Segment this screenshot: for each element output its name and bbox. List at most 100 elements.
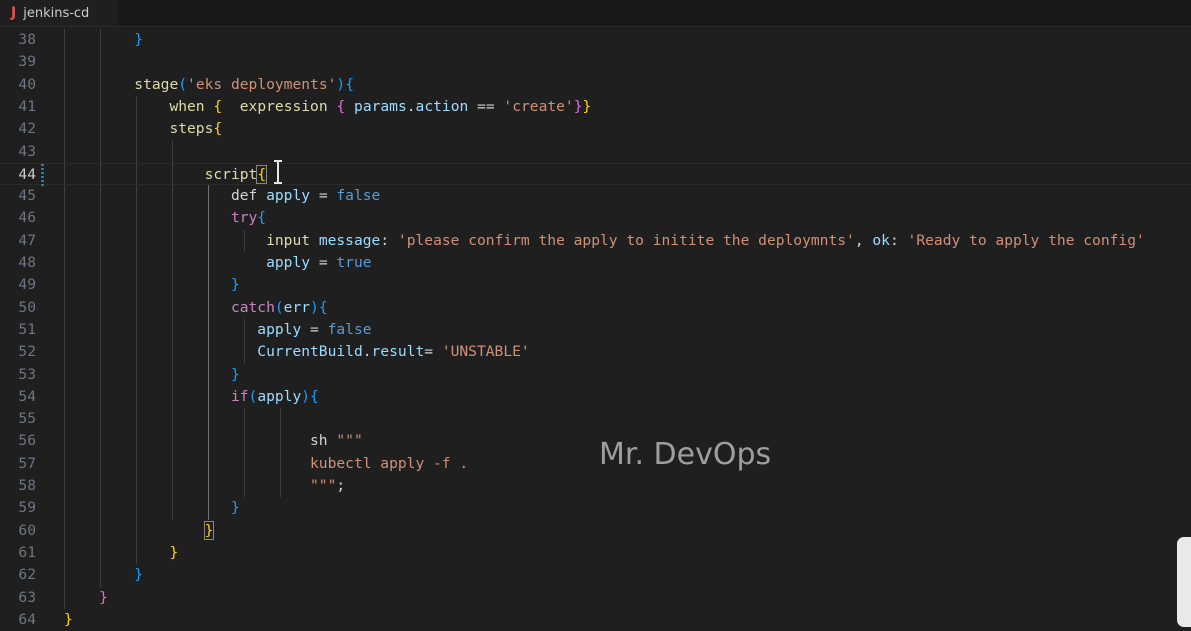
code-token: }: [169, 543, 179, 561]
code-line[interactable]: 42 steps{: [0, 118, 1191, 140]
code-token: (: [248, 387, 258, 405]
text-cursor-icon: [274, 160, 282, 184]
code-text: kubectl apply -f .: [64, 453, 468, 475]
code-text: }: [64, 274, 240, 296]
code-token: }: [582, 97, 592, 115]
code-token: {: [256, 164, 268, 184]
code-line[interactable]: 45 def apply = false: [0, 185, 1191, 207]
code-token: =: [310, 187, 337, 205]
code-token: {: [318, 298, 328, 316]
code-editor[interactable]: 38 } 39 40 stage('eks deployments'){41 whe…: [0, 27, 1191, 628]
code-text: }: [64, 609, 73, 631]
code-text: catch(err){: [64, 297, 328, 319]
code-line[interactable]: 53 }: [0, 364, 1191, 386]
code-token: ,: [854, 231, 873, 249]
code-token: expression: [239, 97, 328, 115]
line-number: 43: [18, 142, 36, 160]
code-token: input: [266, 231, 311, 249]
code-line[interactable]: 50 catch(err){: [0, 297, 1191, 319]
code-line[interactable]: 39: [0, 51, 1191, 73]
code-line[interactable]: 43: [0, 141, 1191, 163]
line-number: 47: [18, 231, 36, 249]
code-line[interactable]: 49 }: [0, 274, 1191, 296]
code-token: :: [889, 231, 908, 249]
code-line[interactable]: 55: [0, 408, 1191, 430]
code-token: {: [213, 120, 223, 138]
code-text: if(apply){: [64, 386, 319, 408]
code-token: }: [230, 365, 240, 383]
line-number: 49: [18, 276, 36, 294]
code-line[interactable]: 59 }: [0, 497, 1191, 519]
code-token: result: [371, 343, 425, 361]
code-text: }: [64, 520, 215, 542]
code-token: """: [336, 432, 363, 450]
code-token: (: [178, 75, 188, 93]
line-number: 56: [18, 432, 36, 450]
tab-jenkins-cd[interactable]: J jenkins-cd: [0, 0, 118, 26]
code-token: 'please confirm the apply to initite the…: [397, 231, 855, 249]
code-token: action: [415, 97, 469, 115]
code-token: ): [310, 298, 319, 316]
code-token: 'Ready to apply the config': [907, 231, 1145, 249]
code-text: }: [64, 497, 240, 519]
code-line[interactable]: 61 }: [0, 542, 1191, 564]
code-token: ): [301, 387, 311, 405]
tab-bar: J jenkins-cd: [0, 0, 1191, 27]
code-line[interactable]: 52 CurrentBuild.result= 'UNSTABLE': [0, 341, 1191, 363]
code-text: apply = true: [64, 252, 371, 274]
code-token: }: [203, 520, 215, 540]
code-line[interactable]: 63 }: [0, 587, 1191, 609]
scrollbar-thumb[interactable]: [1177, 537, 1191, 627]
code-token: catch: [230, 298, 275, 316]
code-token: apply: [266, 187, 311, 205]
code-line[interactable]: 46 try{: [0, 207, 1191, 229]
code-line[interactable]: 57 kubectl apply -f .: [0, 453, 1191, 475]
code-line[interactable]: 48 apply = true: [0, 252, 1191, 274]
line-number: 59: [18, 499, 36, 517]
code-token: params: [354, 97, 407, 115]
code-token: when: [169, 97, 205, 115]
line-number: 54: [18, 387, 36, 405]
line-number: 39: [18, 53, 36, 71]
code-text: """;: [64, 475, 345, 497]
line-number: 61: [18, 543, 36, 561]
code-token: def: [230, 187, 258, 205]
line-number: 41: [18, 97, 36, 115]
code-line[interactable]: 38 }: [0, 29, 1191, 51]
code-token: ok: [872, 231, 890, 249]
code-line[interactable]: 58 """;: [0, 475, 1191, 497]
code-text: apply = false: [64, 319, 371, 341]
line-number: 58: [18, 477, 36, 494]
code-token: sh: [310, 432, 337, 450]
code-line[interactable]: 44 script{: [0, 162, 1191, 186]
code-line[interactable]: 47 input message: 'please confirm the ap…: [0, 230, 1191, 252]
code-line[interactable]: 60 }: [0, 520, 1191, 542]
line-number: 62: [18, 566, 36, 584]
code-line[interactable]: 64}: [0, 609, 1191, 631]
code-line[interactable]: 51 apply = false: [0, 319, 1191, 341]
line-number: 38: [18, 31, 36, 48]
code-line[interactable]: 41 when { expression { params.action == …: [0, 96, 1191, 118]
code-line[interactable]: 56 sh """: [0, 430, 1191, 452]
code-token: apply: [266, 254, 311, 271]
code-line[interactable]: 54 if(apply){: [0, 386, 1191, 408]
code-token: =: [310, 254, 337, 271]
code-line[interactable]: 62 }: [0, 564, 1191, 586]
code-token: stage: [134, 75, 179, 93]
code-token: """: [310, 477, 337, 494]
line-number: 57: [18, 454, 36, 472]
line-number: 51: [18, 320, 36, 338]
line-number: 46: [18, 209, 36, 227]
code-text: }: [64, 564, 143, 586]
code-line[interactable]: 40 stage('eks deployments'){: [0, 74, 1191, 96]
